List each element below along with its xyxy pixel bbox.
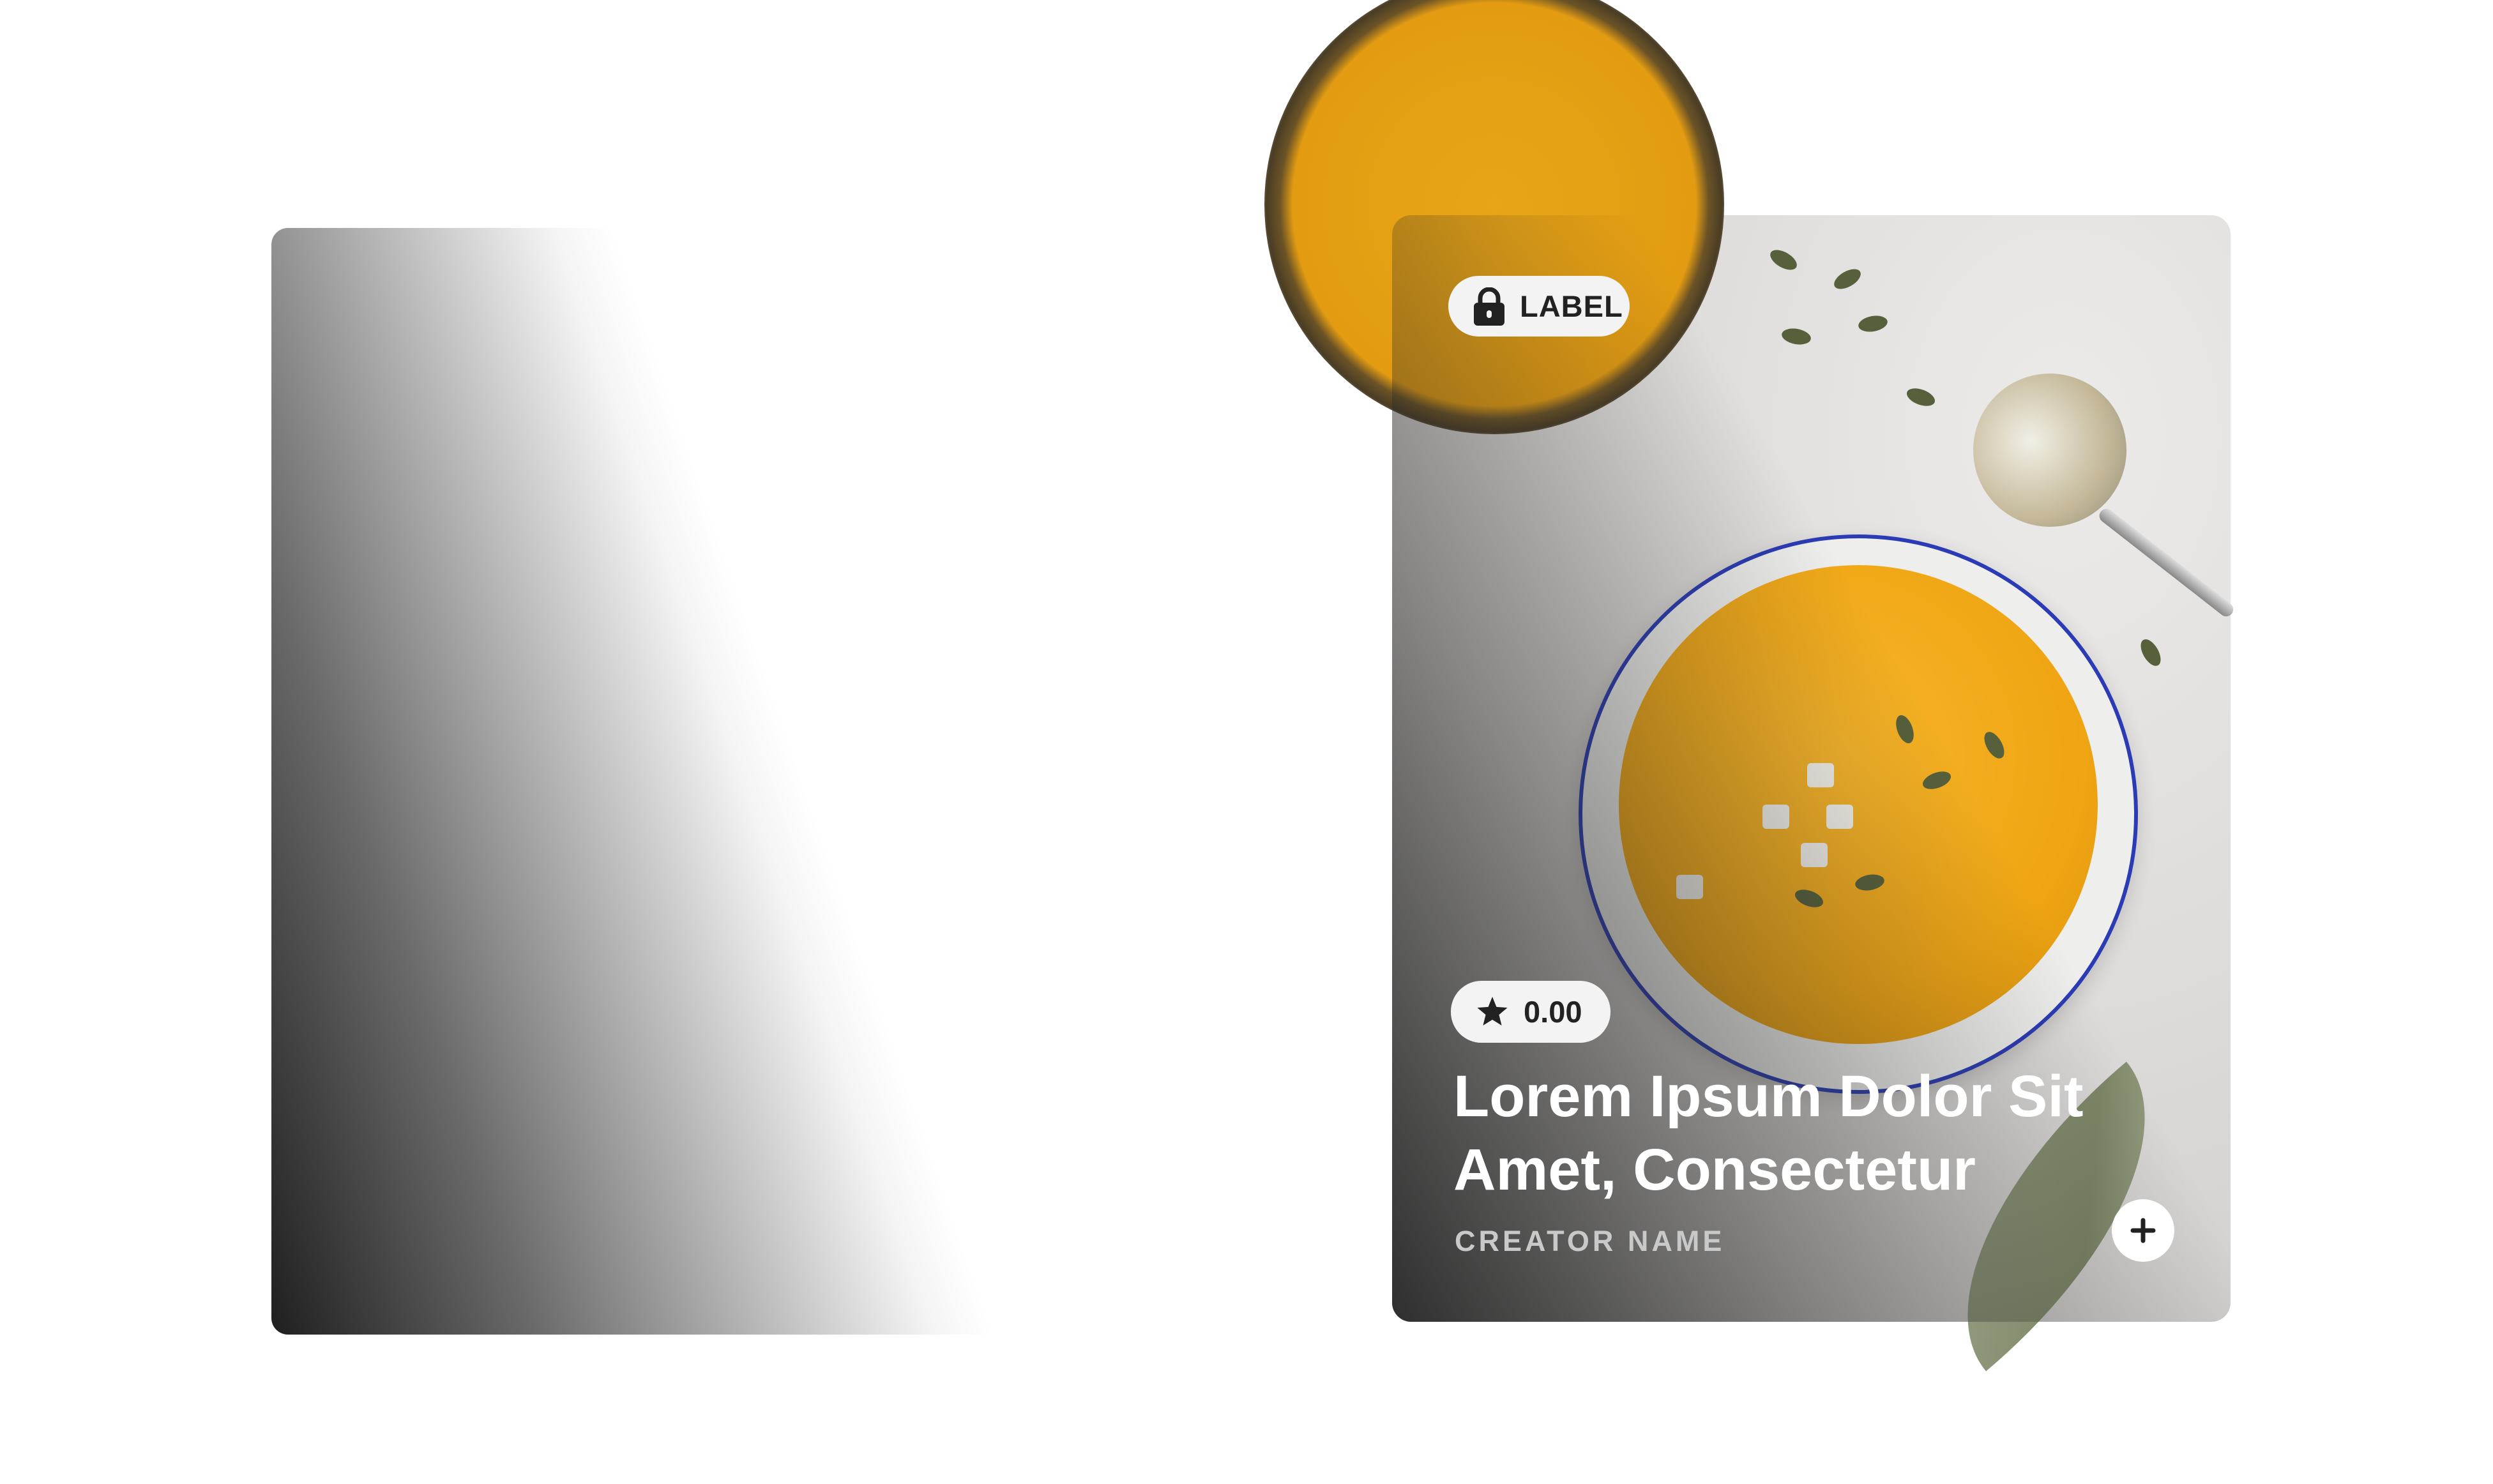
card-title[interactable]: Lorem Ipsum Dolor Sit Amet, Consectetur bbox=[1453, 1060, 2156, 1207]
rating-value: 0.00 bbox=[1524, 995, 1582, 1029]
image-placeholder-gradient bbox=[271, 228, 1093, 1335]
star-icon bbox=[1477, 996, 1508, 1026]
label-badge: LABEL bbox=[1448, 276, 1630, 337]
label-text: LABEL bbox=[1520, 289, 1623, 323]
lock-icon bbox=[1474, 287, 1504, 326]
creator-name[interactable]: CREATOR NAME bbox=[1455, 1225, 1725, 1258]
plus-icon bbox=[2130, 1218, 2156, 1243]
add-button[interactable] bbox=[2112, 1199, 2174, 1262]
rating-badge: 0.00 bbox=[1451, 981, 1610, 1043]
